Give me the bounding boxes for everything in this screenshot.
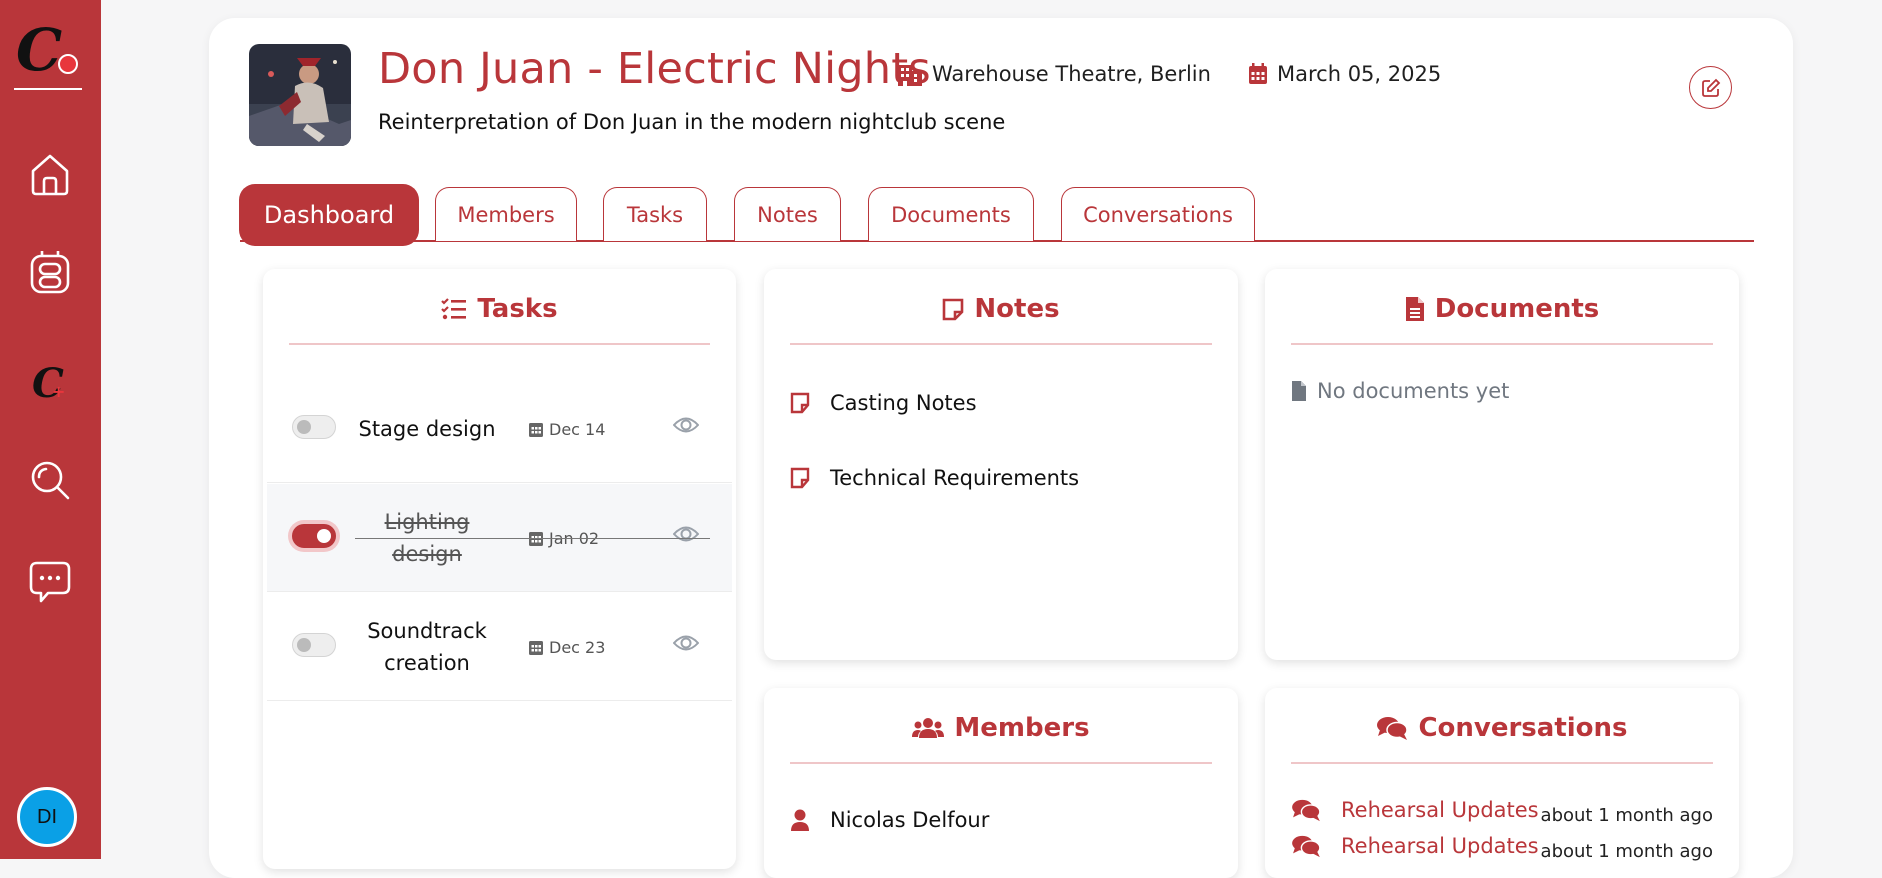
conversation-item[interactable]: Rehearsal Updates about 1 month ago	[1291, 792, 1713, 828]
conversation-title: Rehearsal Updates	[1341, 834, 1539, 858]
notes-panel-divider	[790, 343, 1212, 345]
task-date-text: Dec 23	[549, 637, 606, 657]
create-icon[interactable]: C +	[26, 357, 74, 405]
task-due-date: Dec 14	[529, 375, 605, 483]
calendar-icon	[1249, 63, 1267, 84]
member-name: Nicolas Delfour	[830, 808, 990, 832]
members-panel-divider	[790, 762, 1212, 764]
avatar-initials: DI	[37, 805, 57, 828]
view-task-button[interactable]	[672, 524, 700, 548]
eye-icon	[672, 417, 700, 433]
task-name: Soundtrack creation	[367, 619, 487, 675]
tasks-panel: Tasks Stage design Dec 14 Lighting desig…	[263, 269, 736, 869]
task-row: Lighting design Jan 02	[267, 484, 732, 592]
task-list-icon	[441, 298, 467, 320]
tab-members[interactable]: Members	[435, 187, 577, 241]
project-venue: Warehouse Theatre, Berlin	[897, 62, 1211, 86]
note-title: Technical Requirements	[830, 466, 1080, 490]
comments-icon	[1292, 835, 1321, 858]
conversation-time: about 1 month ago	[1540, 840, 1713, 862]
comments-icon	[1292, 799, 1321, 822]
document-icon	[1405, 297, 1424, 321]
member-item[interactable]: Nicolas Delfour	[790, 808, 989, 832]
task-name: Stage design	[358, 417, 496, 441]
comments-icon	[1377, 717, 1409, 740]
tasks-panel-header: Tasks	[263, 279, 736, 339]
note-title: Casting Notes	[830, 391, 977, 415]
tab-dashboard[interactable]: Dashboard	[239, 184, 419, 246]
calendar-icon[interactable]	[26, 248, 74, 296]
edit-icon	[1701, 78, 1720, 97]
eye-icon	[672, 635, 700, 651]
documents-panel-divider	[1291, 343, 1713, 345]
svg-text:+: +	[52, 382, 65, 401]
view-task-button[interactable]	[672, 415, 700, 439]
project-description: Reinterpretation of Don Juan in the mode…	[378, 110, 1006, 134]
documents-empty-state: No documents yet	[1291, 379, 1509, 403]
tab-documents[interactable]: Documents	[868, 187, 1034, 241]
tab-tasks[interactable]: Tasks	[603, 187, 707, 241]
venue-text: Warehouse Theatre, Berlin	[932, 62, 1211, 86]
tasks-panel-title: Tasks	[477, 294, 558, 324]
home-icon[interactable]	[26, 150, 74, 198]
eye-icon	[672, 526, 700, 542]
view-task-button[interactable]	[672, 633, 700, 657]
calendar-icon	[529, 423, 543, 437]
project-title: Don Juan - Electric Nights	[378, 44, 931, 94]
task-row: Stage design Dec 14	[267, 375, 732, 483]
notes-panel: Notes Casting Notes Technical Requiremen…	[764, 269, 1238, 660]
note-icon	[790, 392, 810, 414]
logo-divider	[14, 88, 82, 90]
conversations-panel-divider	[1291, 762, 1713, 764]
task-due-date: Dec 23	[529, 593, 605, 701]
users-icon	[912, 718, 945, 738]
documents-empty-text: No documents yet	[1317, 379, 1510, 403]
task-date-text: Dec 14	[549, 419, 606, 439]
members-panel-header: Members	[764, 698, 1238, 758]
date-text: March 05, 2025	[1277, 62, 1442, 86]
app-logo[interactable]: C	[14, 16, 84, 84]
task-complete-toggle[interactable]	[292, 633, 336, 657]
project-cover-image	[249, 44, 351, 146]
documents-panel-header: Documents	[1265, 279, 1739, 339]
user-icon	[791, 809, 809, 831]
note-item[interactable]: Casting Notes	[790, 391, 977, 415]
calendar-icon	[529, 641, 543, 655]
tab-notes[interactable]: Notes	[734, 187, 841, 241]
search-icon[interactable]	[26, 456, 74, 504]
task-completed-strike	[355, 538, 710, 539]
user-avatar[interactable]: DI	[17, 787, 77, 847]
sidebar: C C + DI	[0, 0, 101, 859]
notes-panel-title: Notes	[974, 294, 1060, 324]
notes-panel-header: Notes	[764, 279, 1238, 339]
conversation-time: about 1 month ago	[1540, 804, 1713, 826]
conversations-panel-header: Conversations	[1265, 698, 1739, 758]
conversations-panel-title: Conversations	[1418, 713, 1628, 743]
edit-project-button[interactable]	[1689, 66, 1732, 109]
project-date: March 05, 2025	[1248, 62, 1441, 86]
building-icon	[898, 65, 922, 86]
svg-text:C: C	[16, 18, 62, 78]
note-icon	[943, 298, 964, 321]
chat-icon[interactable]	[26, 558, 74, 606]
conversation-title: Rehearsal Updates	[1341, 798, 1539, 822]
file-icon	[1292, 381, 1306, 401]
documents-panel: Documents No documents yet	[1265, 269, 1739, 660]
note-icon	[790, 467, 810, 489]
conversations-panel: Conversations Rehearsal Updates about 1 …	[1265, 688, 1739, 878]
note-item[interactable]: Technical Requirements	[790, 466, 1079, 490]
documents-panel-title: Documents	[1434, 294, 1600, 324]
tab-conversations[interactable]: Conversations	[1061, 187, 1255, 241]
task-complete-toggle[interactable]	[292, 415, 336, 439]
members-panel-title: Members	[954, 713, 1090, 743]
task-complete-toggle[interactable]	[292, 524, 336, 548]
task-row: Soundtrack creation Dec 23	[267, 593, 732, 701]
tasks-panel-divider	[289, 343, 710, 345]
members-panel: Members Nicolas Delfour	[764, 688, 1238, 878]
